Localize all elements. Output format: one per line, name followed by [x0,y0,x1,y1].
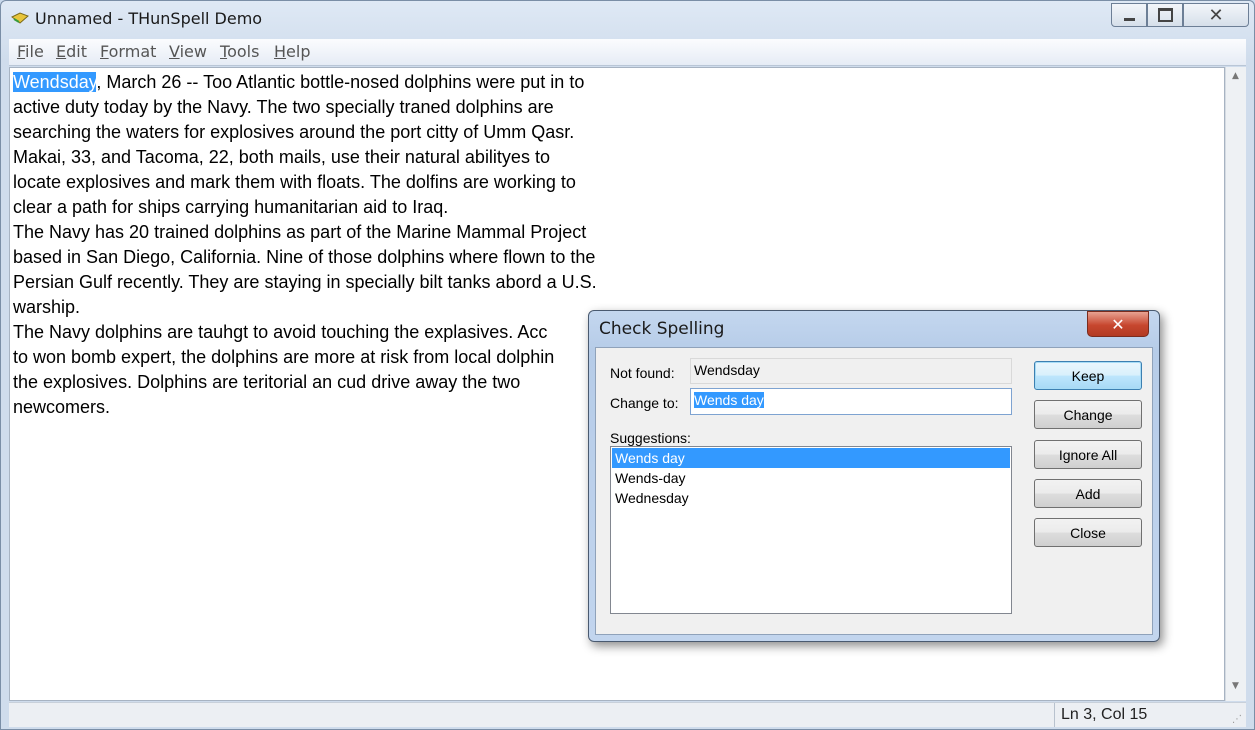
suggestion-item[interactable]: Wednesday [612,488,1010,508]
close-icon: ✕ [1208,4,1224,26]
close-label: Close [1070,524,1106,541]
window-title: Unnamed - THunSpell Demo [35,9,263,28]
change-label: Change [1063,406,1113,423]
add-button[interactable]: Add [1034,479,1142,508]
document-text[interactable]: Wendsday, March 26 -- Too Atlantic bottl… [13,70,653,420]
title-bar[interactable]: Unnamed - THunSpell Demo ✕ [1,1,1254,37]
scroll-up-icon[interactable]: ▲ [1232,71,1239,81]
status-divider [1054,703,1061,727]
maximize-button[interactable] [1147,3,1183,27]
resize-grip-icon[interactable]: ⋰ [1232,714,1242,725]
menu-file[interactable]: File [17,42,44,61]
selected-misspelled-word: Wendsday [13,72,97,92]
document-body: , March 26 -- Too Atlantic bottle-nosed … [13,72,597,417]
close-window-button[interactable]: ✕ [1183,3,1249,27]
menu-edit[interactable]: Edit [56,42,87,61]
not-found-label: Not found: [610,365,675,381]
close-button[interactable]: Close [1034,518,1142,547]
not-found-value: Wendsday [690,358,1012,384]
check-spelling-dialog: Check Spelling ✕ Not found: Wendsday Cha… [588,310,1160,642]
status-bar: Ln 3, Col 15 ⋰ [9,702,1246,727]
suggestion-item[interactable]: Wends-day [612,468,1010,488]
suggestions-label: Suggestions: [610,430,691,446]
ignore-all-label: Ignore All [1058,446,1118,463]
restore-icon [1157,8,1173,22]
menu-help[interactable]: Help [274,42,310,61]
dialog-body: Not found: Wendsday Change to: Wends day… [595,347,1153,635]
keep-label: Keep [1071,367,1105,384]
minimize-icon [1123,17,1135,21]
suggestion-item[interactable]: Wends day [612,448,1010,468]
scroll-down-icon[interactable]: ▼ [1232,681,1239,691]
menu-view[interactable]: View [169,42,207,61]
change-button[interactable]: Change [1034,400,1142,429]
cursor-position: Ln 3, Col 15 [1061,706,1148,723]
vertical-scrollbar[interactable]: ▲ ▼ [1225,67,1246,701]
suggestions-list[interactable]: Wends day Wends-day Wednesday [610,446,1012,614]
menu-bar: File Edit Format View Tools Help [9,39,1246,66]
menu-tools[interactable]: Tools [220,42,259,61]
dialog-title: Check Spelling [599,319,725,339]
change-to-value: Wends day [694,392,764,408]
app-icon [11,12,29,24]
menu-format[interactable]: Format [100,42,156,61]
change-to-field[interactable]: Wends day [690,388,1012,415]
close-icon: ✕ [1111,314,1125,334]
dialog-close-button[interactable]: ✕ [1087,311,1149,337]
minimize-button[interactable] [1111,3,1147,27]
change-to-label: Change to: [610,395,679,411]
keep-button[interactable]: Keep [1034,361,1142,390]
add-label: Add [1075,485,1101,502]
ignore-all-button[interactable]: Ignore All [1034,440,1142,469]
